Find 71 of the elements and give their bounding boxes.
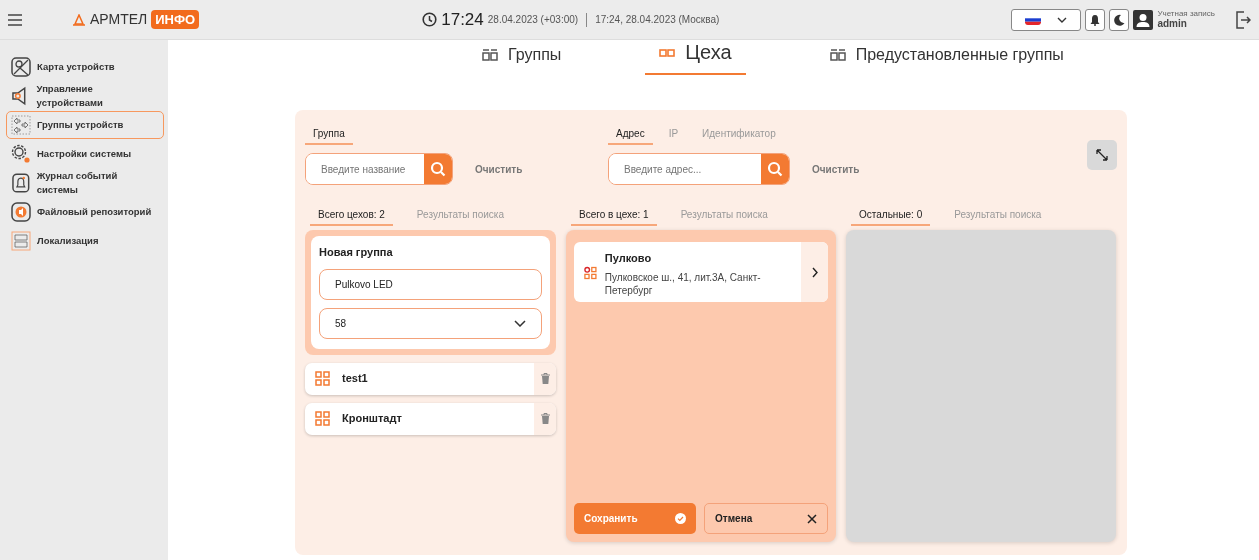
logout-icon[interactable]	[1235, 10, 1251, 29]
account-label: Учетная запись	[1157, 9, 1215, 19]
expand-icon	[1095, 148, 1109, 162]
sidebar-item[interactable]: Управление устройствами	[6, 82, 164, 110]
folder-icon	[11, 202, 31, 222]
filter-tab[interactable]: Адрес	[608, 124, 653, 145]
clock-date: 28.04.2023 (+03:00)	[487, 13, 579, 27]
language-dropdown[interactable]	[1011, 8, 1082, 31]
close-icon	[807, 513, 817, 524]
device-name: Пулково	[604, 251, 653, 266]
chevron-icon	[514, 319, 526, 327]
search-field[interactable]: Введите название	[305, 153, 453, 185]
clock-time: 17:24	[441, 8, 484, 31]
caret-icon	[1057, 16, 1068, 23]
search-button[interactable]	[761, 154, 789, 184]
sidebar-item[interactable]: Карта устройств	[6, 53, 164, 81]
page-tab[interactable]: Цеха	[645, 37, 746, 75]
dark-mode-button[interactable]	[1109, 8, 1130, 31]
group-item[interactable]: test1	[305, 362, 556, 395]
search-field[interactable]: Введите адрес...	[608, 153, 790, 185]
check-icon	[675, 513, 686, 524]
name-field[interactable]: Pulkovo LED	[319, 268, 542, 300]
device-card[interactable]: Пулково Пулковское ш., 41, лит.3А, Санкт-Петербург	[574, 242, 828, 302]
language-icon	[11, 231, 31, 251]
grid-icon	[315, 411, 330, 426]
clear-button[interactable]: Очистить	[469, 160, 529, 178]
sidebar-item[interactable]: Настройки системы	[6, 140, 164, 168]
sidebar-item[interactable]: Группы устройств	[6, 111, 164, 139]
gear-icon	[11, 144, 31, 164]
page-tab[interactable]: Предустановленные группы	[815, 43, 1078, 75]
page-tab[interactable]: Группы	[468, 43, 576, 75]
card-title: Новая группа	[319, 245, 394, 260]
logo-text: АРМТЕЛ	[90, 10, 148, 29]
bell-icon	[1089, 13, 1102, 26]
map-icon	[11, 57, 31, 77]
user-name: admin	[1157, 18, 1188, 30]
logo-badge: ИНФО	[151, 9, 200, 30]
grid-icon	[315, 371, 330, 386]
sidebar-item[interactable]: Файловый репозиторий	[6, 198, 164, 226]
search-icon	[430, 161, 446, 177]
column-tab[interactable]: Остальные: 0	[851, 205, 931, 226]
avatar-icon	[1133, 9, 1154, 30]
server-time: 17:24, 28.04.2023 (Москва)	[595, 13, 720, 27]
squares-icon	[482, 48, 498, 62]
notifications-button[interactable]	[1085, 8, 1106, 31]
search-button[interactable]	[424, 154, 452, 184]
chevron-icon	[811, 266, 818, 278]
device-icon	[584, 266, 597, 280]
cone-icon	[72, 13, 86, 26]
squares-icon	[829, 48, 846, 62]
clock-icon	[422, 12, 438, 27]
search-icon	[767, 161, 783, 177]
delete-button[interactable]	[534, 402, 556, 435]
menu-icon[interactable]	[8, 13, 22, 26]
column-tab[interactable]: Всего цехов: 2	[310, 205, 393, 226]
trash-icon	[540, 413, 550, 424]
group-select[interactable]: 58	[319, 307, 542, 339]
column-tab[interactable]: Всего в цехе: 1	[571, 205, 657, 226]
device-address: Пулковское ш., 41, лит.3А, Санкт-Петербург	[604, 270, 762, 297]
sidebar-item[interactable]: Локализация	[6, 227, 164, 255]
group-item[interactable]: Кронштадт	[305, 402, 556, 435]
sidebar-item[interactable]: Журнал событий системы	[6, 169, 164, 197]
trash-icon	[540, 373, 550, 384]
filter-tab[interactable]: Группа	[305, 124, 353, 145]
arrows-icon	[11, 115, 31, 135]
clear-button[interactable]: Очистить	[806, 160, 866, 178]
moon-icon	[1113, 13, 1126, 26]
cancel-button[interactable]: Отмена	[704, 503, 828, 534]
delete-button[interactable]	[534, 362, 556, 395]
expand-button[interactable]	[1087, 140, 1117, 170]
bell-icon	[11, 173, 31, 193]
